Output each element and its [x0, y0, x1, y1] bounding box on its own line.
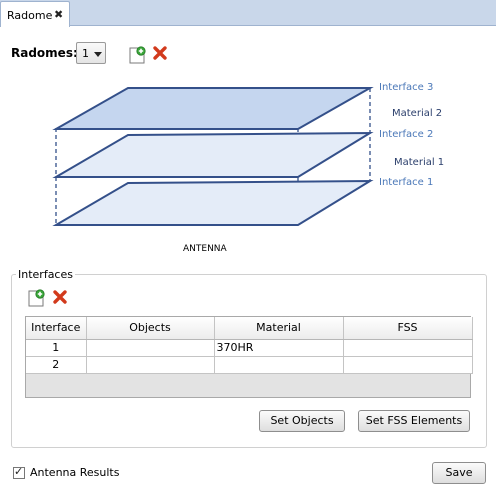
column-header-fss[interactable]: FSS [343, 317, 473, 340]
save-button[interactable]: Save [432, 462, 486, 484]
tab-strip: Radome ✖ [0, 0, 496, 27]
cell-interface[interactable]: 1 [26, 339, 87, 357]
cell-objects[interactable] [86, 339, 215, 357]
radomes-selected-value: 1 [82, 47, 89, 60]
cell-interface[interactable]: 2 [26, 356, 87, 374]
delete-interface-icon[interactable] [52, 289, 70, 307]
antenna-results-label: Antenna Results [30, 466, 120, 479]
interface-3-plane [52, 87, 374, 130]
radomes-label: Radomes: [11, 46, 78, 60]
cell-fss[interactable] [343, 339, 473, 357]
interface-1-label: Interface 1 [379, 177, 433, 188]
cell-objects[interactable] [86, 356, 215, 374]
add-interface-icon[interactable] [27, 288, 45, 307]
tab-radome[interactable]: Radome ✖ [0, 1, 70, 27]
antenna-label: ANTENNA [183, 244, 228, 254]
material-1-label: Material 1 [394, 157, 444, 168]
delete-radome-icon[interactable] [152, 45, 170, 63]
checkmark-icon: ✓ [14, 465, 24, 478]
table-row[interactable]: 2 [26, 356, 473, 374]
column-header-objects[interactable]: Objects [86, 317, 215, 340]
interface-1-plane [52, 179, 374, 226]
set-objects-button[interactable]: Set Objects [259, 410, 345, 432]
table-header-row: Interface Objects Material FSS [26, 317, 473, 340]
column-header-material[interactable]: Material [214, 317, 344, 340]
column-header-interface[interactable]: Interface [26, 317, 87, 340]
cell-fss[interactable] [343, 356, 473, 374]
antenna-results-checkbox[interactable]: ✓ [13, 465, 25, 479]
cell-material[interactable] [214, 356, 344, 374]
close-icon[interactable]: ✖ [54, 8, 63, 21]
radome-layers-diagram: Interface 3 Material 2 Interface 2 Mater… [52, 82, 444, 254]
add-radome-icon[interactable] [128, 45, 146, 64]
table-row[interactable]: 1 370HR [26, 339, 473, 357]
interface-2-label: Interface 2 [379, 129, 433, 140]
interfaces-table[interactable]: Interface Objects Material FSS 1 370HR 2 [25, 316, 473, 398]
radomes-select[interactable]: 1 [76, 42, 106, 64]
cell-material[interactable]: 370HR [214, 339, 344, 357]
set-fss-elements-button[interactable]: Set FSS Elements [358, 410, 470, 432]
interfaces-group-title: Interfaces [16, 268, 75, 281]
chevron-down-icon [94, 52, 102, 57]
material-2-label: Material 2 [392, 108, 442, 119]
interface-3-label: Interface 3 [379, 82, 433, 93]
interface-2-plane [52, 131, 374, 178]
tab-radome-label: Radome [7, 9, 53, 22]
